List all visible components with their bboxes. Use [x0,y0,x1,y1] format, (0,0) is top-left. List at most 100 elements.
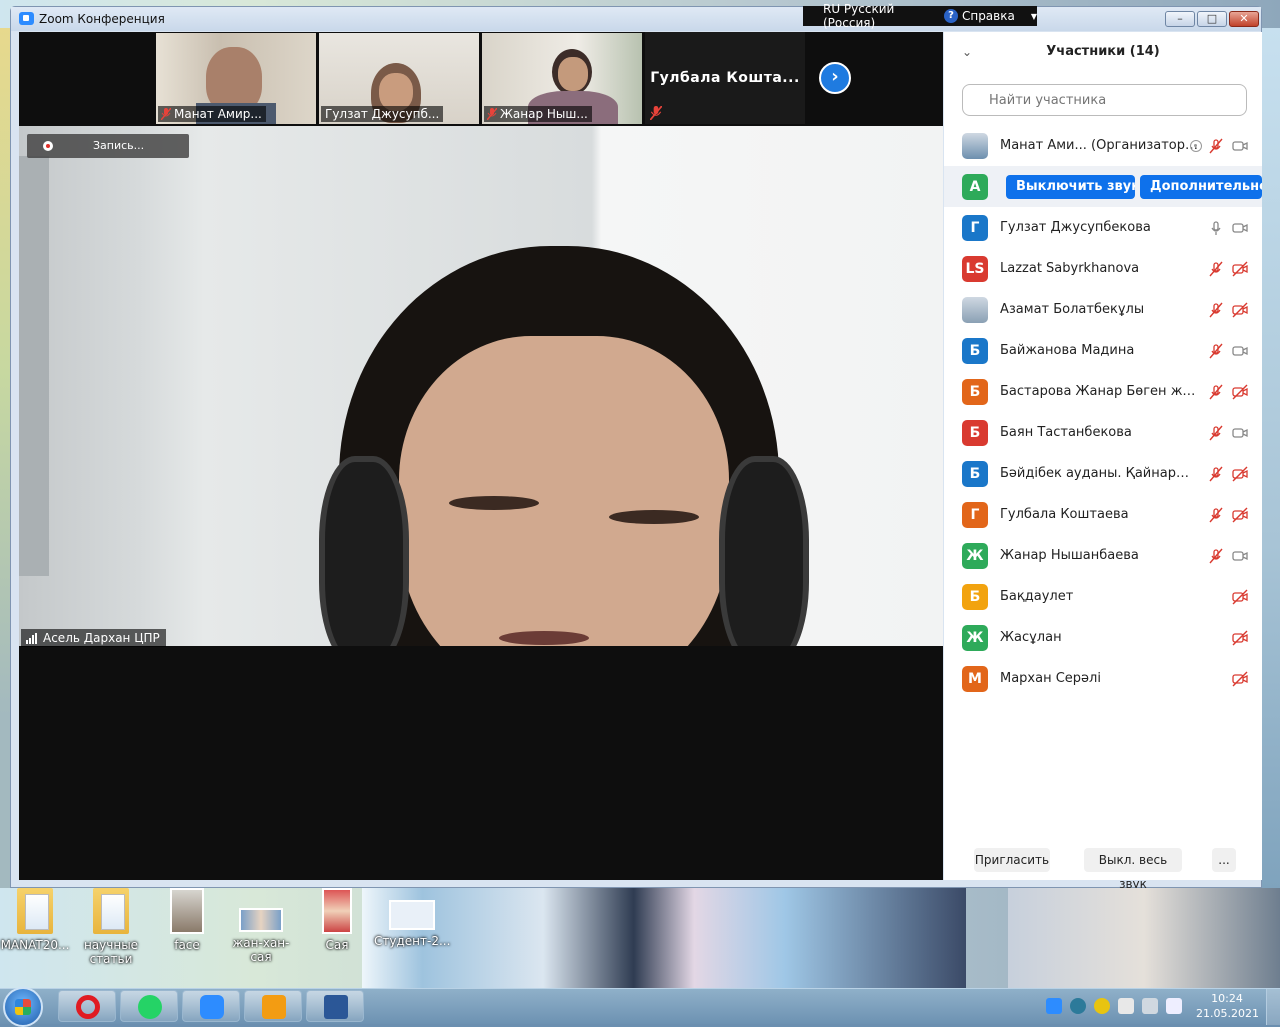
avatar: Ж [962,624,988,651]
participant-row[interactable]: LS Lazzat Sabyrkhanova [944,248,1262,289]
avatar [962,132,988,159]
video-off-icon[interactable] [1232,466,1248,482]
desktop-icon-label: MANAT20... [0,938,70,952]
taskbar-whatsapp[interactable] [120,990,178,1022]
video-thumbnail[interactable]: Жанар Ныш... [482,33,642,124]
volume-icon[interactable] [1166,998,1182,1014]
participants-header: Участники (14) [1046,44,1160,59]
mic-muted-icon[interactable] [1208,384,1224,400]
participant-row[interactable]: Г Гулбала Коштаева [944,494,1262,535]
participant-name: Байжанова Мадина [1000,343,1135,358]
mic-muted-icon[interactable] [1208,507,1224,523]
video-off-icon[interactable] [1232,261,1248,277]
participant-row[interactable]: Б Бәйдібек ауданы. ҚайнарЖОМ. ... [944,453,1262,494]
more-participant-button[interactable]: Дополнительно [1140,174,1262,199]
participant-name: Жасұлан [1000,630,1062,645]
taskbar-opera[interactable] [58,990,116,1022]
close-button[interactable]: ✕ [1229,11,1259,27]
mic-muted-icon[interactable] [1208,466,1224,482]
desktop-icon-image[interactable]: face [152,888,222,952]
network-activity-icon[interactable] [1070,998,1086,1014]
more-options-button[interactable]: ... [1212,848,1236,872]
participant-name: Жанар Нышанбаева [1000,548,1139,563]
maximize-button[interactable]: □ [1197,11,1227,27]
zoom-tray-icon[interactable] [1046,998,1062,1014]
participant-row[interactable]: Ж Жасұлан [944,617,1262,658]
participant-name: Бастарова Жанар Бөген жом [1000,384,1200,399]
name-tile-label: Гулбала Кошта... [650,70,800,86]
mute-participant-button[interactable]: Выключить звук [1006,174,1135,199]
language-bar[interactable]: RU Русский (Россия) ? Справка ▼ [803,2,1037,30]
participant-row[interactable]: Б Байжанова Мадина [944,330,1262,371]
taskbar-media-player[interactable] [244,990,302,1022]
help-button[interactable]: ? Справка [943,9,1015,23]
video-thumbnail[interactable]: Манат Амир... [156,33,316,124]
mic-muted-icon[interactable] [1208,425,1224,441]
video-icon[interactable] [1232,343,1248,359]
mic-muted-icon[interactable] [1208,261,1224,277]
participant-row[interactable]: Б Бастарова Жанар Бөген жом [944,371,1262,412]
video-thumbnail[interactable]: Гулзат Джусупб... [319,33,479,124]
mic-muted-icon[interactable] [1208,138,1224,154]
start-button[interactable] [3,987,43,1027]
minimize-button[interactable]: – [1165,11,1195,27]
desktop-icon-folder[interactable]: научные статьи [76,888,146,966]
recording-status-icon [1190,139,1202,152]
participants-footer: Пригласить Выкл. весь звук ... [944,848,1262,891]
taskbar: 10:24 21.05.2021 [0,987,1280,1027]
system-tray [1046,998,1182,1014]
mic-muted-icon[interactable] [1208,343,1224,359]
participant-row[interactable]: Г Гулзат Джусупбекова [944,207,1262,248]
folder-icon [17,888,53,934]
mic-muted-icon[interactable] [1208,548,1224,564]
recording-indicator[interactable]: Запись... [27,134,189,158]
video-icon[interactable] [1232,138,1248,154]
desktop-icon-folder[interactable]: MANAT20... [0,888,70,952]
participant-row[interactable]: А Выключить звук Дополнительно [944,166,1262,207]
title-bar[interactable]: Zoom Конференция RU Русский (Россия) ? С… [11,2,1261,31]
video-off-icon[interactable] [1232,630,1248,646]
mic-muted-icon[interactable] [1208,302,1224,318]
video-off-icon[interactable] [1232,589,1248,605]
participant-row[interactable]: М Мархан Серәлі [944,658,1262,699]
flag-icon[interactable] [1118,998,1134,1014]
participant-row[interactable]: Б Бақдаулет [944,576,1262,617]
participant-name: Азамат Болатбекұлы [1000,302,1145,317]
participant-name: Манат Ами... (Организатор, я) [1000,138,1200,153]
participant-row[interactable]: Азамат Болатбекұлы [944,289,1262,330]
participant-name: Lazzat Sabyrkhanova [1000,261,1140,276]
mute-all-button[interactable]: Выкл. весь звук [1084,848,1182,891]
security-icon[interactable] [1094,998,1110,1014]
show-desktop-button[interactable] [1266,989,1280,1025]
language-bar-arrow-icon[interactable]: ▼ [1031,12,1037,21]
taskbar-word[interactable] [306,990,364,1022]
participant-row[interactable]: Манат Ами... (Организатор, я) [944,125,1262,166]
network-icon[interactable] [1142,998,1158,1014]
taskbar-zoom[interactable] [182,990,240,1022]
desktop-icon-document[interactable]: Студент-2... [374,888,450,948]
video-off-icon[interactable] [1232,671,1248,687]
invite-button[interactable]: Пригласить [974,848,1050,872]
mic-icon[interactable] [1208,220,1224,236]
next-page-button[interactable]: › [819,62,851,94]
name-only-tile[interactable]: Гулбала Кошта... [645,32,805,124]
desktop-icon-label: face [174,938,200,952]
system-clock[interactable]: 10:24 21.05.2021 [1196,991,1259,1021]
participant-search-input[interactable] [962,84,1247,116]
video-off-icon[interactable] [1232,302,1248,318]
avatar: Б [962,583,988,610]
video-icon[interactable] [1232,548,1248,564]
video-icon[interactable] [1232,220,1248,236]
desktop-icon-image[interactable]: жан-хан-сая [226,888,296,964]
document-icon [389,900,435,930]
avatar: Б [962,419,988,446]
video-icon[interactable] [1232,425,1248,441]
opera-icon [76,995,100,1019]
participant-row[interactable]: Б Баян Тастанбекова [944,412,1262,453]
participant-row[interactable]: Ж Жанар Нышанбаева [944,535,1262,576]
video-off-icon[interactable] [1232,384,1248,400]
language-indicator[interactable]: RU Русский (Россия) [823,2,932,30]
word-icon [324,995,348,1019]
video-off-icon[interactable] [1232,507,1248,523]
main-speaker-video[interactable] [19,126,943,646]
